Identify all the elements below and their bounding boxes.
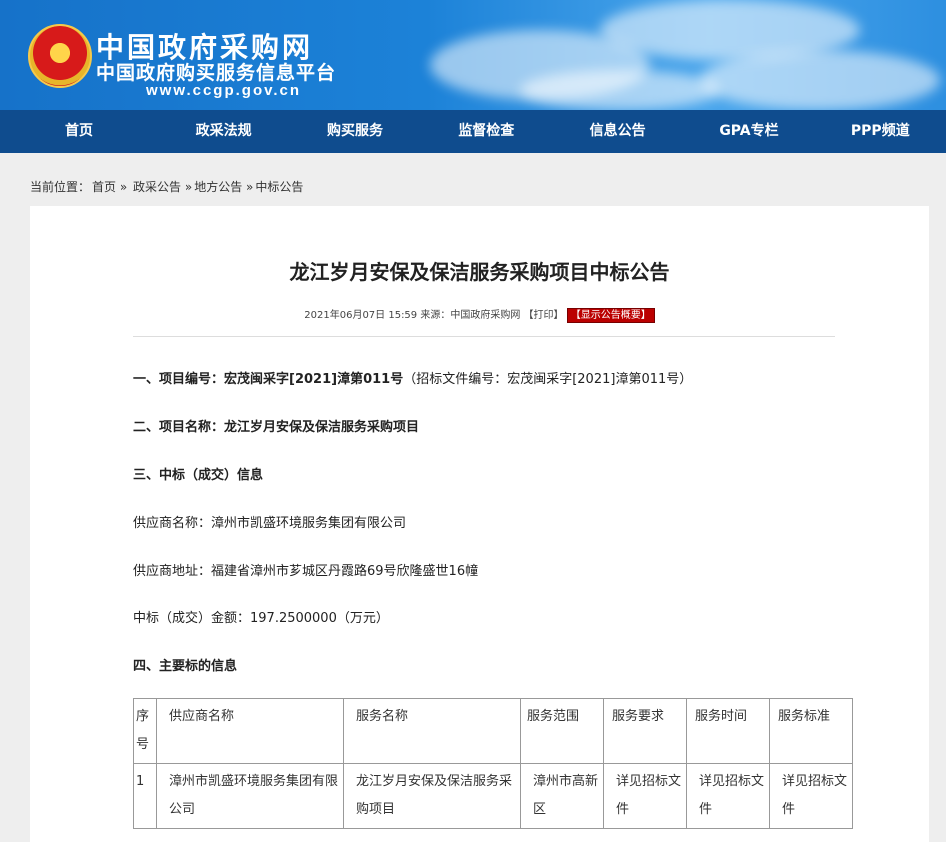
article-card: 龙江岁月安保及保洁服务采购项目中标公告 2021年06月07日 15:59 来源… xyxy=(30,206,929,842)
project-number-value: 宏茂闽采字[2021]漳第011号 xyxy=(224,372,404,387)
cell-index: 1 xyxy=(133,763,157,829)
award-info-heading: 三、中标（成交）信息 xyxy=(133,468,264,483)
tender-doc-number: （招标文件编号：宏茂闽采字[2021]漳第011号） xyxy=(403,372,693,387)
project-number: 一、项目编号：宏茂闽采字[2021]漳第011号（招标文件编号：宏茂闽采字[20… xyxy=(133,368,692,387)
th-standard: 服务标准 xyxy=(769,698,853,764)
th-scope: 服务范围 xyxy=(520,698,604,764)
th-requirements: 服务要求 xyxy=(603,698,687,764)
nav-purchase-services[interactable]: 购买服务 xyxy=(289,110,420,153)
breadcrumb-award[interactable]: 中标公告 xyxy=(255,180,303,194)
cell-standard: 详见招标文件 xyxy=(769,763,853,829)
breadcrumb-prefix: 当前位置： xyxy=(30,180,91,194)
th-index: 序号 xyxy=(133,698,157,764)
project-number-label: 一、项目编号： xyxy=(133,372,225,387)
breadcrumb: 当前位置： 首页 » 政采公告 » 地方公告 » 中标公告 xyxy=(30,178,305,195)
nav-home[interactable]: 首页 xyxy=(0,110,158,153)
site-url: www.ccgp.gov.cn xyxy=(146,82,302,99)
th-time: 服务时间 xyxy=(686,698,770,764)
breadcrumb-local[interactable]: 地方公告 » xyxy=(194,180,253,194)
nav-supervision[interactable]: 监督检查 xyxy=(421,110,552,153)
th-supplier: 供应商名称 xyxy=(156,698,344,764)
breadcrumb-home[interactable]: 首页 » xyxy=(92,180,127,194)
project-name-value: 龙江岁月安保及保洁服务采购项目 xyxy=(224,420,420,435)
nav-announcements[interactable]: 信息公告 xyxy=(552,110,683,153)
cell-supplier: 漳州市凯盛环境服务集团有限公司 xyxy=(156,763,344,829)
main-nav: 首页 政采法规 购买服务 监督检查 信息公告 GPA专栏 PPP频道 xyxy=(0,110,946,153)
cloud-decoration xyxy=(520,70,720,110)
supplier-address: 供应商地址：福建省漳州市芗城区丹霞路69号欣隆盛世16幢 xyxy=(133,564,479,579)
project-name-label: 二、项目名称： xyxy=(133,420,225,435)
cell-service-name: 龙江岁月安保及保洁服务采购项目 xyxy=(343,763,521,829)
cell-requirements: 详见招标文件 xyxy=(603,763,687,829)
th-service-name: 服务名称 xyxy=(343,698,521,764)
table-row: 1 漳州市凯盛环境服务集团有限公司 龙江岁月安保及保洁服务采购项目 漳州市高新区… xyxy=(133,763,853,829)
nav-ppp[interactable]: PPP频道 xyxy=(815,110,946,153)
show-summary-button[interactable]: 【显示公告概要】 xyxy=(566,308,655,323)
divider xyxy=(133,336,835,337)
page-title: 龙江岁月安保及保洁服务采购项目中标公告 xyxy=(289,260,670,284)
main-items-heading: 四、主要标的信息 xyxy=(133,659,238,674)
cell-scope: 漳州市高新区 xyxy=(520,763,604,829)
nav-gpa[interactable]: GPA专栏 xyxy=(683,110,814,153)
site-subtitle: 中国政府购买服务信息平台 xyxy=(96,62,337,84)
site-banner: 中国政府采购网 中国政府购买服务信息平台 www.ccgp.gov.cn xyxy=(0,0,946,110)
award-amount: 中标（成交）金额：197.2500000（万元） xyxy=(133,611,389,626)
national-emblem-icon xyxy=(28,24,92,88)
nav-regulations[interactable]: 政采法规 xyxy=(158,110,289,153)
print-link[interactable]: 【打印】 xyxy=(524,310,564,321)
cloud-decoration xyxy=(700,50,940,110)
supplier-name: 供应商名称：漳州市凯盛环境服务集团有限公司 xyxy=(133,516,407,531)
article-meta: 2021年06月07日 15:59 来源：中国政府采购网 【打印】 【显示公告概… xyxy=(30,306,929,323)
article-source: 来源：中国政府采购网 xyxy=(420,310,521,321)
items-table: 序号 供应商名称 服务名称 服务范围 服务要求 服务时间 服务标准 1 漳州市凯… xyxy=(133,698,853,829)
project-name: 二、项目名称：龙江岁月安保及保洁服务采购项目 xyxy=(133,416,419,435)
publish-date: 2021年06月07日 15:59 xyxy=(304,310,418,321)
breadcrumb-gov-procurement[interactable]: 政采公告 » xyxy=(133,180,192,194)
cell-time: 详见招标文件 xyxy=(686,763,770,829)
table-header-row: 序号 供应商名称 服务名称 服务范围 服务要求 服务时间 服务标准 xyxy=(133,698,853,764)
